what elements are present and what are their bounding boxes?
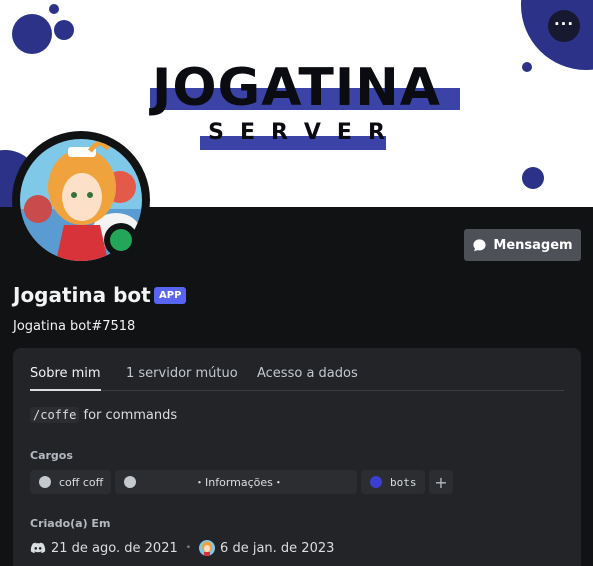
banner-title: JOGATINA bbox=[151, 58, 442, 118]
chat-bubble-icon bbox=[473, 238, 486, 251]
banner-dot bbox=[522, 167, 544, 189]
ellipsis-icon: ··· bbox=[553, 15, 575, 33]
tab-about-me[interactable]: Sobre mim bbox=[30, 366, 101, 391]
profile-card: Sobre mim 1 servidor mútuo Acesso a dado… bbox=[13, 348, 581, 566]
banner-subtitle: SERVER bbox=[208, 120, 401, 145]
role-color-icon bbox=[370, 476, 382, 488]
plus-icon: + bbox=[434, 472, 448, 492]
server-join-date: 6 de jan. de 2023 bbox=[220, 540, 335, 556]
role-label: ・Informações・ bbox=[194, 476, 284, 489]
role-chip[interactable]: bots bbox=[361, 470, 425, 494]
online-status-icon bbox=[110, 229, 132, 251]
role-chip[interactable]: ・Informações・ bbox=[115, 470, 357, 494]
creation-dates: 21 de ago. de 2021 • 6 de jan. de 2023 bbox=[30, 538, 334, 558]
banner-dot bbox=[54, 20, 74, 40]
about-me-description: for commands bbox=[79, 408, 178, 423]
role-color-icon bbox=[124, 476, 136, 488]
banner-dot bbox=[49, 4, 59, 14]
date-separator: • bbox=[185, 543, 192, 553]
add-role-button[interactable]: + bbox=[429, 470, 453, 494]
role-color-icon bbox=[39, 476, 51, 488]
profile-tag: Jogatina bot#7518 bbox=[13, 319, 136, 334]
about-me-text: /coffe for commands bbox=[30, 407, 178, 423]
tab-data-access[interactable]: Acesso a dados bbox=[257, 366, 358, 391]
server-avatar-icon bbox=[199, 540, 216, 556]
profile-tabs: Sobre mim 1 servidor mútuo Acesso a dado… bbox=[30, 366, 564, 391]
created-heading: Criado(a) Em bbox=[30, 517, 111, 530]
more-options-button[interactable]: ··· bbox=[548, 10, 580, 42]
message-button-label: Mensagem bbox=[493, 237, 573, 253]
app-badge: APP bbox=[154, 287, 187, 304]
role-label: bots bbox=[390, 475, 417, 489]
discord-join-date: 21 de ago. de 2021 bbox=[51, 540, 178, 556]
profile-username: Jogatina bot bbox=[13, 283, 151, 307]
tab-mutual-servers[interactable]: 1 servidor mútuo bbox=[126, 366, 238, 391]
roles-heading: Cargos bbox=[30, 449, 73, 462]
discord-logo-icon bbox=[30, 542, 46, 554]
role-label: coff coff bbox=[59, 475, 104, 489]
message-button[interactable]: Mensagem bbox=[464, 229, 581, 261]
command-code: /coffe bbox=[30, 407, 80, 423]
banner-dot bbox=[12, 14, 52, 54]
role-chip[interactable]: coff coff bbox=[30, 470, 111, 494]
